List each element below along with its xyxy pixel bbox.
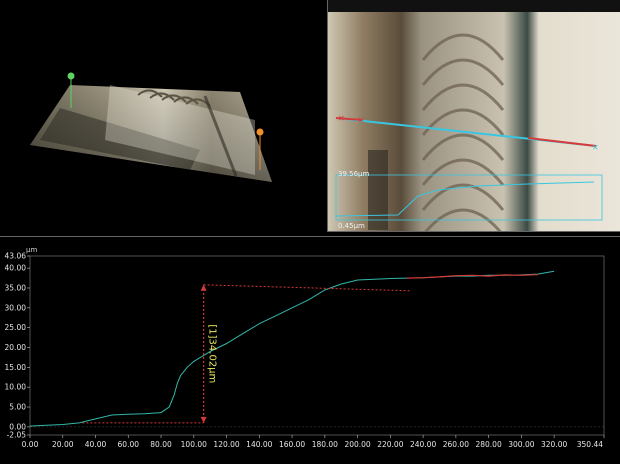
y-tick-label: 5.00 <box>9 403 26 412</box>
y-tick-label: 30.00 <box>5 303 27 312</box>
x-tick-label: 60.00 <box>118 440 140 449</box>
x-tick-label: 180.00 <box>312 440 338 449</box>
x-tick-label: 140.00 <box>246 440 272 449</box>
x-tick-label: 280.00 <box>475 440 501 449</box>
x-tick-label: 160.00 <box>279 440 305 449</box>
x-tick-label: 240.00 <box>410 440 436 449</box>
green-point-marker[interactable] <box>67 72 75 80</box>
ref-left-marker-icon[interactable]: ✕ <box>338 114 345 123</box>
profile-chart[interactable]: µm 43.06 40.00 35.00 30.00 25.00 20.00 15.00 10… <box>0 236 620 464</box>
x-tick-label: 0.00 <box>22 440 39 449</box>
x-tick-label: 200.00 <box>344 440 370 449</box>
x-tick-label: 300.00 <box>508 440 534 449</box>
plot-frame <box>29 255 605 436</box>
y-tick-label: 20.00 <box>5 343 27 352</box>
y-tick-label: 10.00 <box>5 383 27 392</box>
dark-edge-region <box>368 150 388 230</box>
x-tick-label: 260.00 <box>443 440 469 449</box>
ref-right-marker-icon[interactable]: ✕ <box>592 143 599 152</box>
orange-point-marker[interactable] <box>256 128 264 136</box>
y-tick-label: 35.00 <box>5 283 27 292</box>
x-tick-label: 350.44 <box>577 440 603 449</box>
upper-reference-line[interactable] <box>203 284 411 292</box>
x-tick-label: 120.00 <box>213 440 239 449</box>
height-profile-line[interactable] <box>29 270 555 427</box>
height-annotation-label: [1]34.02µm <box>207 324 218 383</box>
surface-3d-view[interactable] <box>0 0 324 232</box>
x-tick-label: 20.00 <box>52 440 74 449</box>
surface-mesh <box>30 85 272 182</box>
y-tick-label: 40.00 <box>5 264 27 273</box>
profile-chart-svg[interactable]: µm 43.06 40.00 35.00 30.00 25.00 20.00 15.00 10… <box>0 237 620 464</box>
x-tick-label: 80.00 <box>150 440 172 449</box>
microscope-image-view[interactable]: ✕ ✕ ✕ 39.56µm 0.45µm <box>327 0 620 232</box>
y-tick-label: 43.06 <box>5 252 27 261</box>
y-unit-label: µm <box>26 246 37 254</box>
measure-label-top: 39.56µm <box>338 170 369 178</box>
ref-left-marker2-icon[interactable]: ✕ <box>358 116 365 125</box>
y-tick-label: -2.05 <box>7 431 27 440</box>
arrow-up-icon <box>200 284 207 291</box>
y-tick-label: 25.00 <box>5 323 27 332</box>
x-tick-label: 100.00 <box>181 440 207 449</box>
y-tick-label: 15.00 <box>5 363 27 372</box>
arrow-down-icon <box>200 416 207 423</box>
measure-label-bottom: 0.45µm <box>338 222 365 230</box>
x-tick-label: 320.00 <box>541 440 567 449</box>
x-tick-label: 40.00 <box>85 440 107 449</box>
x-tick-label: 220.00 <box>377 440 403 449</box>
